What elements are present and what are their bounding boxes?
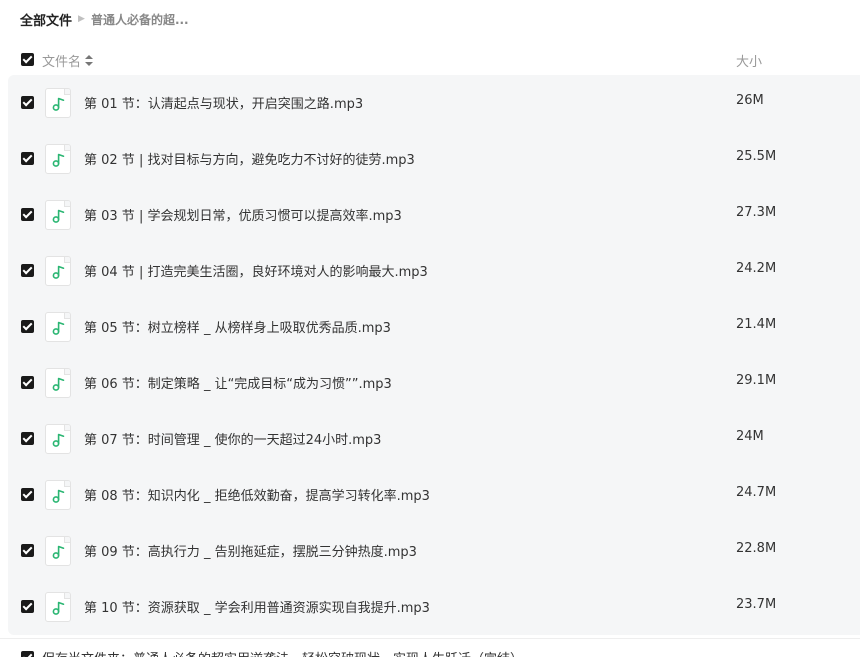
breadcrumb: 全部文件 ▶ 普通人必备的超...	[20, 9, 189, 29]
row-checkbox[interactable]	[21, 264, 34, 277]
file-name[interactable]: 第 01 节：认清起点与现状，开启突围之路.mp3	[84, 93, 363, 112]
file-name[interactable]: 第 10 节：资源获取 _ 学会利用普通资源实现自我提升.mp3	[84, 597, 430, 616]
file-row[interactable]: 第 02 节 | 找对目标与方向，避免吃力不讨好的徒劳.mp3 25.5M	[8, 131, 860, 187]
file-size: 27.3M	[736, 205, 777, 220]
row-checkbox[interactable]	[21, 152, 34, 165]
file-name[interactable]: 第 04 节 | 打造完美生活圈，良好环境对人的影响最大.mp3	[84, 261, 428, 280]
file-name[interactable]: 第 03 节 | 学会规划日常，优质习惯可以提高效率.mp3	[84, 205, 402, 224]
size-column-header: 大小	[736, 55, 763, 70]
save-folder-checkbox[interactable]	[21, 651, 34, 657]
file-size: 23.7M	[736, 597, 777, 612]
row-checkbox[interactable]	[21, 96, 34, 109]
file-name[interactable]: 第 02 节 | 找对目标与方向，避免吃力不讨好的徒劳.mp3	[84, 149, 415, 168]
file-name[interactable]: 第 06 节：制定策略 _ 让“完成目标“成为习惯””.mp3	[84, 373, 392, 392]
file-row[interactable]: 第 07 节：时间管理 _ 使你的一天超过24小时.mp3 24M	[8, 411, 860, 467]
save-folder-row: 保存当文件夹：普通人必备的超实用逆袭法，轻松突破现状，实现人生跃迁（完结）	[0, 638, 860, 657]
file-row[interactable]: 第 06 节：制定策略 _ 让“完成目标“成为习惯””.mp3 29.1M	[8, 355, 860, 411]
file-size: 24.7M	[736, 485, 777, 500]
sort-icon[interactable]	[85, 55, 94, 66]
music-file-icon	[45, 592, 71, 622]
file-row[interactable]: 第 04 节 | 打造完美生活圈，良好环境对人的影响最大.mp3 24.2M	[8, 243, 860, 299]
music-file-icon	[45, 368, 71, 398]
select-all-checkbox[interactable]	[21, 53, 34, 66]
music-file-icon	[45, 312, 71, 342]
music-file-icon	[45, 480, 71, 510]
file-name[interactable]: 第 09 节：高执行力 _ 告别拖延症，摆脱三分钟热度.mp3	[84, 541, 417, 560]
file-row[interactable]: 第 01 节：认清起点与现状，开启突围之路.mp3 26M	[8, 75, 860, 131]
file-size: 29.1M	[736, 373, 777, 388]
breadcrumb-current: 普通人必备的超...	[90, 12, 189, 27]
name-column-header[interactable]: 文件名	[42, 51, 94, 70]
row-checkbox[interactable]	[21, 544, 34, 557]
name-column-label: 文件名	[42, 55, 82, 70]
music-file-icon	[45, 200, 71, 230]
breadcrumb-root[interactable]: 全部文件	[20, 10, 72, 29]
file-size: 24.2M	[736, 261, 777, 276]
file-name[interactable]: 第 05 节：树立榜样 _ 从榜样身上吸取优秀品质.mp3	[84, 317, 391, 336]
row-checkbox[interactable]	[21, 488, 34, 501]
row-checkbox[interactable]	[21, 432, 34, 445]
file-name[interactable]: 第 08 节：知识内化 _ 拒绝低效勤奋，提高学习转化率.mp3	[84, 485, 430, 504]
file-size: 25.5M	[736, 149, 777, 164]
row-checkbox[interactable]	[21, 600, 34, 613]
row-checkbox[interactable]	[21, 208, 34, 221]
file-name[interactable]: 第 07 节：时间管理 _ 使你的一天超过24小时.mp3	[84, 429, 381, 448]
music-file-icon	[45, 144, 71, 174]
file-size: 24M	[736, 429, 764, 444]
music-file-icon	[45, 536, 71, 566]
file-row[interactable]: 第 10 节：资源获取 _ 学会利用普通资源实现自我提升.mp3 23.7M	[8, 579, 860, 635]
music-file-icon	[45, 424, 71, 454]
music-file-icon	[45, 88, 71, 118]
file-row[interactable]: 第 09 节：高执行力 _ 告别拖延症，摆脱三分钟热度.mp3 22.8M	[8, 523, 860, 579]
row-checkbox[interactable]	[21, 376, 34, 389]
file-row[interactable]: 第 05 节：树立榜样 _ 从榜样身上吸取优秀品质.mp3 21.4M	[8, 299, 860, 355]
file-row[interactable]: 第 08 节：知识内化 _ 拒绝低效勤奋，提高学习转化率.mp3 24.7M	[8, 467, 860, 523]
chevron-right-icon: ▶	[78, 14, 85, 24]
music-file-icon	[45, 256, 71, 286]
list-header: 文件名 大小	[0, 44, 860, 74]
file-list: 第 01 节：认清起点与现状，开启突围之路.mp3 26M 第 02 节 | 找对目…	[8, 75, 860, 635]
file-size: 22.8M	[736, 541, 777, 556]
file-row[interactable]: 第 03 节 | 学会规划日常，优质习惯可以提高效率.mp3 27.3M	[8, 187, 860, 243]
file-size: 21.4M	[736, 317, 777, 332]
row-checkbox[interactable]	[21, 320, 34, 333]
file-size: 26M	[736, 93, 764, 108]
